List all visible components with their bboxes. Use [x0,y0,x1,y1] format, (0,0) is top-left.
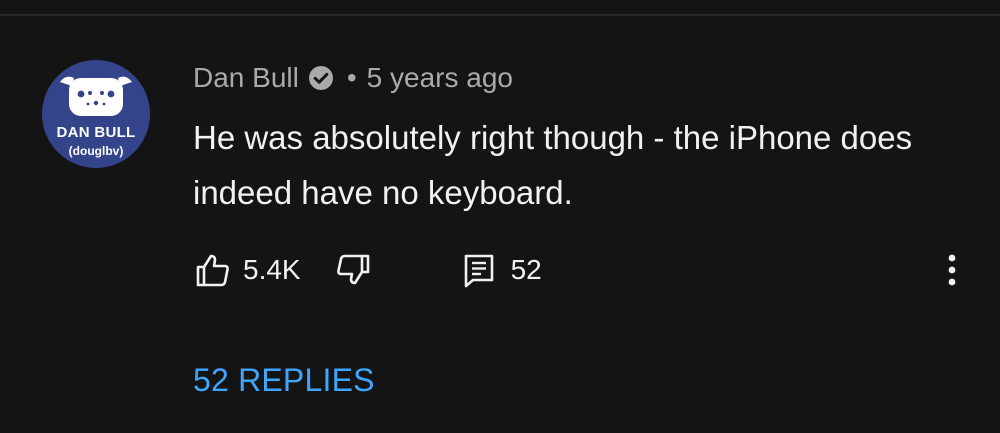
reply-comment-icon[interactable] [461,252,497,288]
view-replies-button[interactable]: 52 REPLIES [193,362,375,399]
top-divider [0,14,1000,16]
comment-meta: Dan Bull • 5 years ago [193,60,513,96]
more-vert-icon [948,254,956,286]
author-name[interactable]: Dan Bull [193,62,299,94]
avatar-name: DAN BULL [56,124,136,141]
reply-count: 52 [510,254,542,285]
thumbs-up-icon[interactable] [195,252,231,288]
comment-text: He was absolutely right though - the iPh… [193,119,913,211]
verified-check-icon [307,64,335,92]
comment-timestamp[interactable]: 5 years ago [367,62,513,94]
thumbs-down-icon[interactable] [335,252,371,288]
more-options-button[interactable] [932,250,972,290]
avatar[interactable]: DAN BULL (douglbv) [42,60,150,168]
meta-separator: • [346,62,357,93]
comment-actions: 5.4K 52 [193,250,542,290]
like-count: 5.4K [243,254,301,285]
avatar-handle: (douglbv) [68,144,124,158]
